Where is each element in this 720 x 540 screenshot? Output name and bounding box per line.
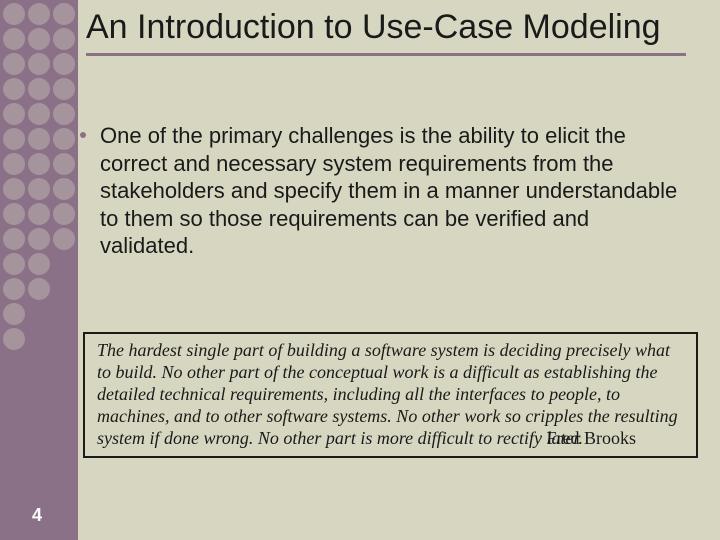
bullet-paragraph: One of the primary challenges is the abi… <box>100 122 685 260</box>
slide-title: An Introduction to Use-Case Modeling <box>86 8 686 56</box>
quote-box: The hardest single part of building a so… <box>83 332 698 458</box>
bullet-text: One of the primary challenges is the abi… <box>100 123 677 258</box>
decorative-sidebar <box>0 0 78 540</box>
quote-author: Fred Brooks <box>547 428 637 450</box>
page-number: 4 <box>32 505 42 526</box>
bullet-dot-icon <box>80 132 86 138</box>
